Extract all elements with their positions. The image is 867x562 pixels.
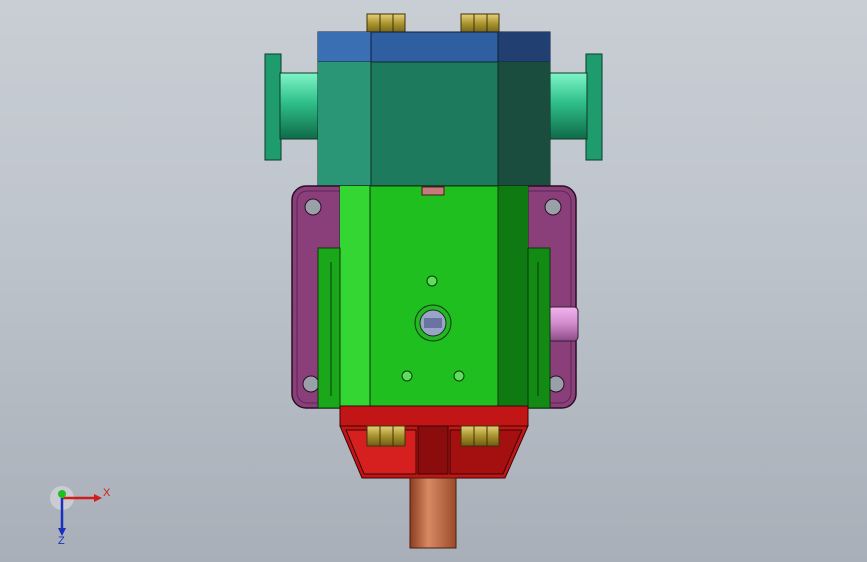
top-block — [317, 31, 551, 63]
side-pin — [547, 306, 579, 342]
top-nut-left — [366, 13, 406, 35]
orientation-triad: X Z — [50, 486, 111, 547]
x-axis-label: X — [103, 487, 111, 499]
x-axis-arrow — [94, 494, 102, 502]
right-flange — [548, 53, 603, 161]
bottom-nut-right — [460, 425, 500, 447]
bottom-nut-left — [366, 425, 406, 447]
main-body — [317, 185, 551, 409]
upper-body — [317, 61, 551, 187]
left-flange — [264, 53, 319, 161]
z-axis-label: Z — [58, 535, 65, 547]
cad-model-view[interactable] — [0, 0, 867, 562]
y-axis-dot — [58, 490, 66, 498]
graphics-viewport[interactable]: X Z — [0, 0, 867, 562]
top-nut-right — [460, 13, 500, 35]
output-shaft — [409, 477, 457, 549]
